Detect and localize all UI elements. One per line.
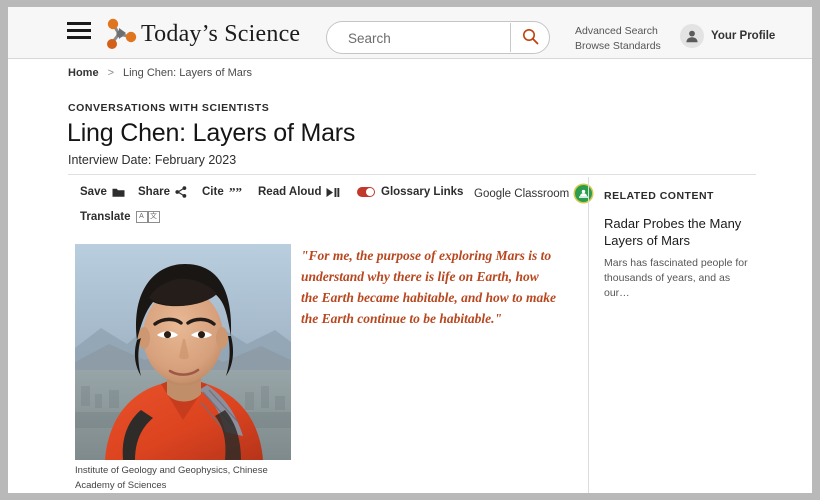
article-kicker: CONVERSATIONS WITH SCIENTISTS bbox=[68, 102, 270, 114]
quotation-marks-icon: ”” bbox=[229, 187, 242, 198]
translate-glyph-b: 文 bbox=[147, 211, 160, 223]
scientist-portrait-photo bbox=[75, 244, 291, 460]
site-brand-title[interactable]: Today’s Science bbox=[141, 21, 300, 48]
profile-button[interactable]: Your Profile bbox=[680, 24, 775, 48]
header-divider bbox=[68, 174, 756, 175]
google-classroom-icon bbox=[575, 185, 593, 202]
photo-caption: Institute of Geology and Geophysics, Chi… bbox=[75, 465, 268, 491]
related-item-title[interactable]: Radar Probes the Many Layers of Mars bbox=[604, 215, 754, 249]
translate-label: Translate bbox=[80, 211, 131, 223]
interview-date: Interview Date: February 2023 bbox=[68, 153, 237, 167]
read-aloud-button[interactable]: Read Aloud bbox=[258, 186, 340, 198]
translate-glyph-a: A bbox=[135, 211, 148, 223]
breadcrumb-home-link[interactable]: Home bbox=[68, 67, 99, 79]
play-pause-icon bbox=[326, 187, 340, 198]
related-content-sidebar: RELATED CONTENT Radar Probes the Many La… bbox=[604, 190, 754, 301]
search-icon bbox=[522, 28, 539, 48]
hamburger-menu-icon[interactable] bbox=[67, 22, 91, 42]
user-avatar-icon bbox=[680, 24, 704, 48]
related-item-description: Mars has fascinated people for thousands… bbox=[604, 257, 748, 299]
save-label: Save bbox=[80, 186, 107, 198]
profile-label: Your Profile bbox=[711, 30, 776, 42]
browse-standards-link[interactable]: Browse Standards bbox=[575, 39, 661, 54]
glossary-links-label: Glossary Links bbox=[381, 186, 464, 198]
save-button[interactable]: Save bbox=[80, 186, 125, 198]
translate-icon: A 文 bbox=[135, 211, 160, 223]
share-button[interactable]: Share bbox=[138, 186, 187, 198]
page-title: Ling Chen: Layers of Mars bbox=[67, 119, 356, 147]
site-header: Today’s Science Advanced Search Browse S… bbox=[8, 7, 812, 59]
search-box[interactable] bbox=[326, 21, 550, 55]
related-content-heading: RELATED CONTENT bbox=[604, 190, 714, 202]
advanced-search-link[interactable]: Advanced Search bbox=[575, 24, 661, 39]
breadcrumb-current: Ling Chen: Layers of Mars bbox=[123, 67, 253, 79]
svg-text:””: ”” bbox=[229, 187, 242, 198]
header-links: Advanced Search Browse Standards bbox=[575, 24, 661, 54]
search-submit-button[interactable] bbox=[511, 22, 549, 53]
read-aloud-label: Read Aloud bbox=[258, 186, 322, 198]
sidebar-divider bbox=[588, 177, 589, 493]
toggle-on-icon[interactable] bbox=[357, 187, 375, 197]
cite-label: Cite bbox=[202, 186, 224, 198]
breadcrumb-separator: > bbox=[107, 67, 114, 79]
folder-icon bbox=[112, 187, 125, 198]
related-content-item[interactable]: Radar Probes the Many Layers of Mars Mar… bbox=[604, 215, 754, 301]
cite-button[interactable]: Cite ”” bbox=[202, 186, 242, 198]
google-classroom-button[interactable]: Google Classroom bbox=[474, 185, 593, 202]
share-label: Share bbox=[138, 186, 170, 198]
pull-quote: "For me, the purpose of exploring Mars i… bbox=[301, 248, 557, 326]
search-input[interactable] bbox=[346, 22, 510, 55]
molecule-logo-icon[interactable] bbox=[101, 18, 137, 50]
page-root: Today’s Science Advanced Search Browse S… bbox=[8, 7, 812, 493]
share-nodes-icon bbox=[175, 186, 187, 198]
breadcrumb: Home > Ling Chen: Layers of Mars bbox=[68, 67, 252, 79]
glossary-links-toggle[interactable]: Glossary Links bbox=[357, 186, 463, 198]
translate-button[interactable]: Translate A 文 bbox=[80, 211, 160, 223]
google-classroom-label: Google Classroom bbox=[474, 187, 570, 200]
